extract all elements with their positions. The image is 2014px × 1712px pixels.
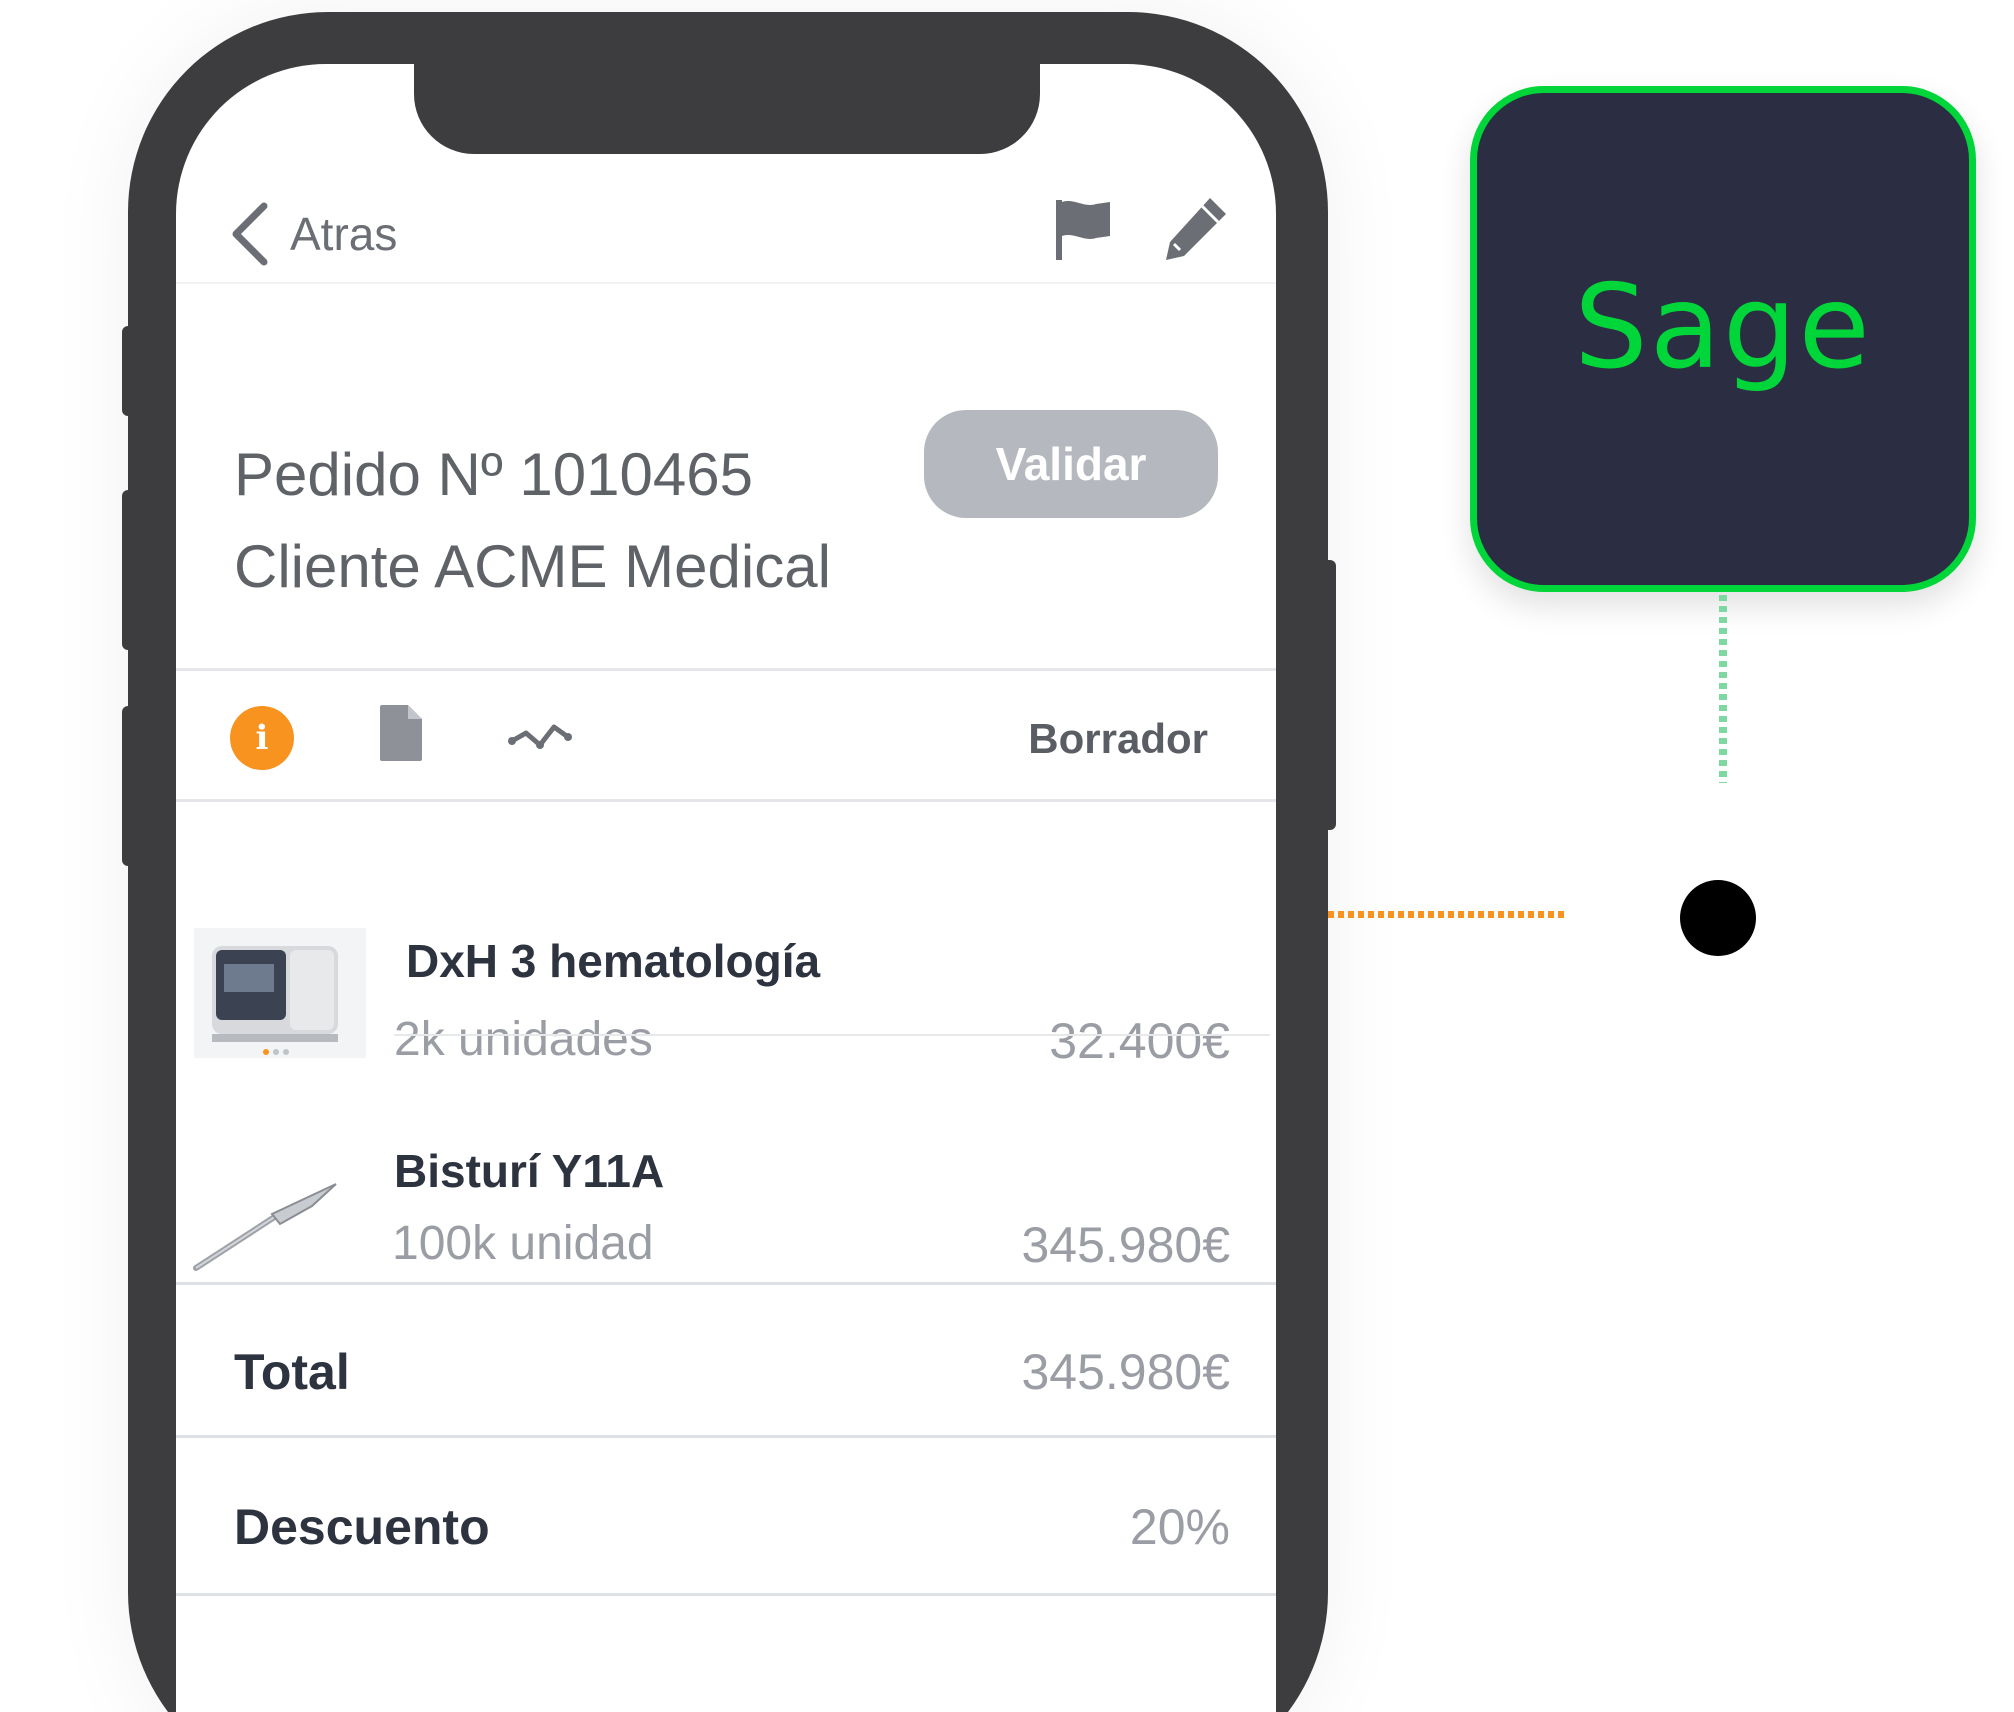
phone-screen: Atras Pedido Nº 1010465 Cliente ACME Med… [176, 64, 1276, 1712]
item-price: 345.980€ [1021, 1217, 1230, 1273]
tab-bar: i Borrador [176, 668, 1276, 802]
sage-logo-card: Sage [1470, 86, 1976, 592]
activity-icon[interactable] [508, 719, 576, 753]
client-name: Cliente ACME Medical [234, 533, 831, 600]
info-icon[interactable]: i [230, 706, 294, 770]
discount-row: Descuento 20% [176, 1440, 1276, 1596]
pencil-icon[interactable] [1162, 194, 1230, 262]
phone-side-button [122, 490, 136, 650]
sage-logo: Sage [1574, 259, 1872, 395]
connector-line [1328, 911, 1568, 918]
chevron-left-icon [232, 202, 268, 266]
total-row: Total 345.980€ [176, 1282, 1276, 1438]
document-icon[interactable] [378, 703, 424, 763]
total-value: 345.980€ [1021, 1344, 1230, 1400]
phone-side-button [122, 326, 136, 416]
item-name: DxH 3 hematología [406, 935, 821, 987]
order-title: Pedido Nº 1010465 Cliente ACME Medical [234, 429, 831, 613]
phone-notch [414, 64, 1040, 154]
flag-icon[interactable] [1054, 198, 1112, 262]
item-name: Bisturí Y11A [394, 1145, 665, 1197]
connector-node [1680, 880, 1756, 956]
phone-side-button [1322, 560, 1336, 830]
validate-button[interactable]: Validar [924, 410, 1218, 518]
discount-value: 20% [1129, 1499, 1230, 1555]
item-quantity: 100k unidad [392, 1217, 654, 1270]
scalpel-image [193, 1183, 337, 1271]
phone-side-button [122, 706, 136, 866]
discount-label: Descuento [234, 1499, 490, 1555]
order-status: Borrador [1028, 715, 1208, 762]
order-number: Pedido Nº 1010465 [234, 441, 753, 508]
back-button[interactable]: Atras [230, 184, 397, 284]
total-label: Total [234, 1344, 350, 1400]
back-label: Atras [290, 208, 398, 260]
connector-line [1719, 595, 1727, 783]
